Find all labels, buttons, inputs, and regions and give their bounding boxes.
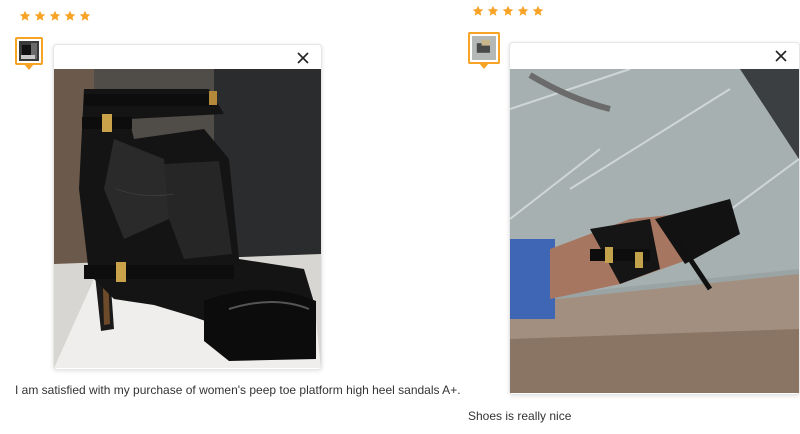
photo-thumbnail-icon xyxy=(472,36,496,60)
star-icon xyxy=(487,5,499,16)
star-rating xyxy=(472,5,544,17)
star-icon xyxy=(34,10,46,21)
close-button[interactable] xyxy=(774,49,788,63)
review-card-2: Shoes is really nice xyxy=(400,0,800,434)
photo-thumbnail-1[interactable] xyxy=(15,37,43,70)
star-icon xyxy=(517,5,529,16)
star-icon xyxy=(502,5,514,16)
close-button[interactable] xyxy=(296,51,310,65)
review-text: I am satisfied with my purchase of women… xyxy=(15,383,461,397)
star-icon xyxy=(49,10,61,21)
photo-viewer-2 xyxy=(509,42,800,395)
star-icon xyxy=(532,5,544,16)
photo-thumbnail-icon xyxy=(19,41,39,61)
star-icon xyxy=(19,10,31,21)
star-icon xyxy=(472,5,484,16)
review-card-1: I am satisfied with my purchase of women… xyxy=(0,0,461,434)
star-icon xyxy=(79,10,91,21)
active-caret xyxy=(24,64,34,70)
review-photo-1 xyxy=(54,69,321,368)
photo-viewer-1 xyxy=(53,44,322,370)
star-rating xyxy=(19,10,91,22)
photo-thumbnail-2[interactable] xyxy=(468,32,500,69)
star-icon xyxy=(64,10,76,21)
review-photo-2 xyxy=(510,69,799,393)
review-text: Shoes is really nice xyxy=(468,409,572,423)
active-caret xyxy=(479,63,489,69)
